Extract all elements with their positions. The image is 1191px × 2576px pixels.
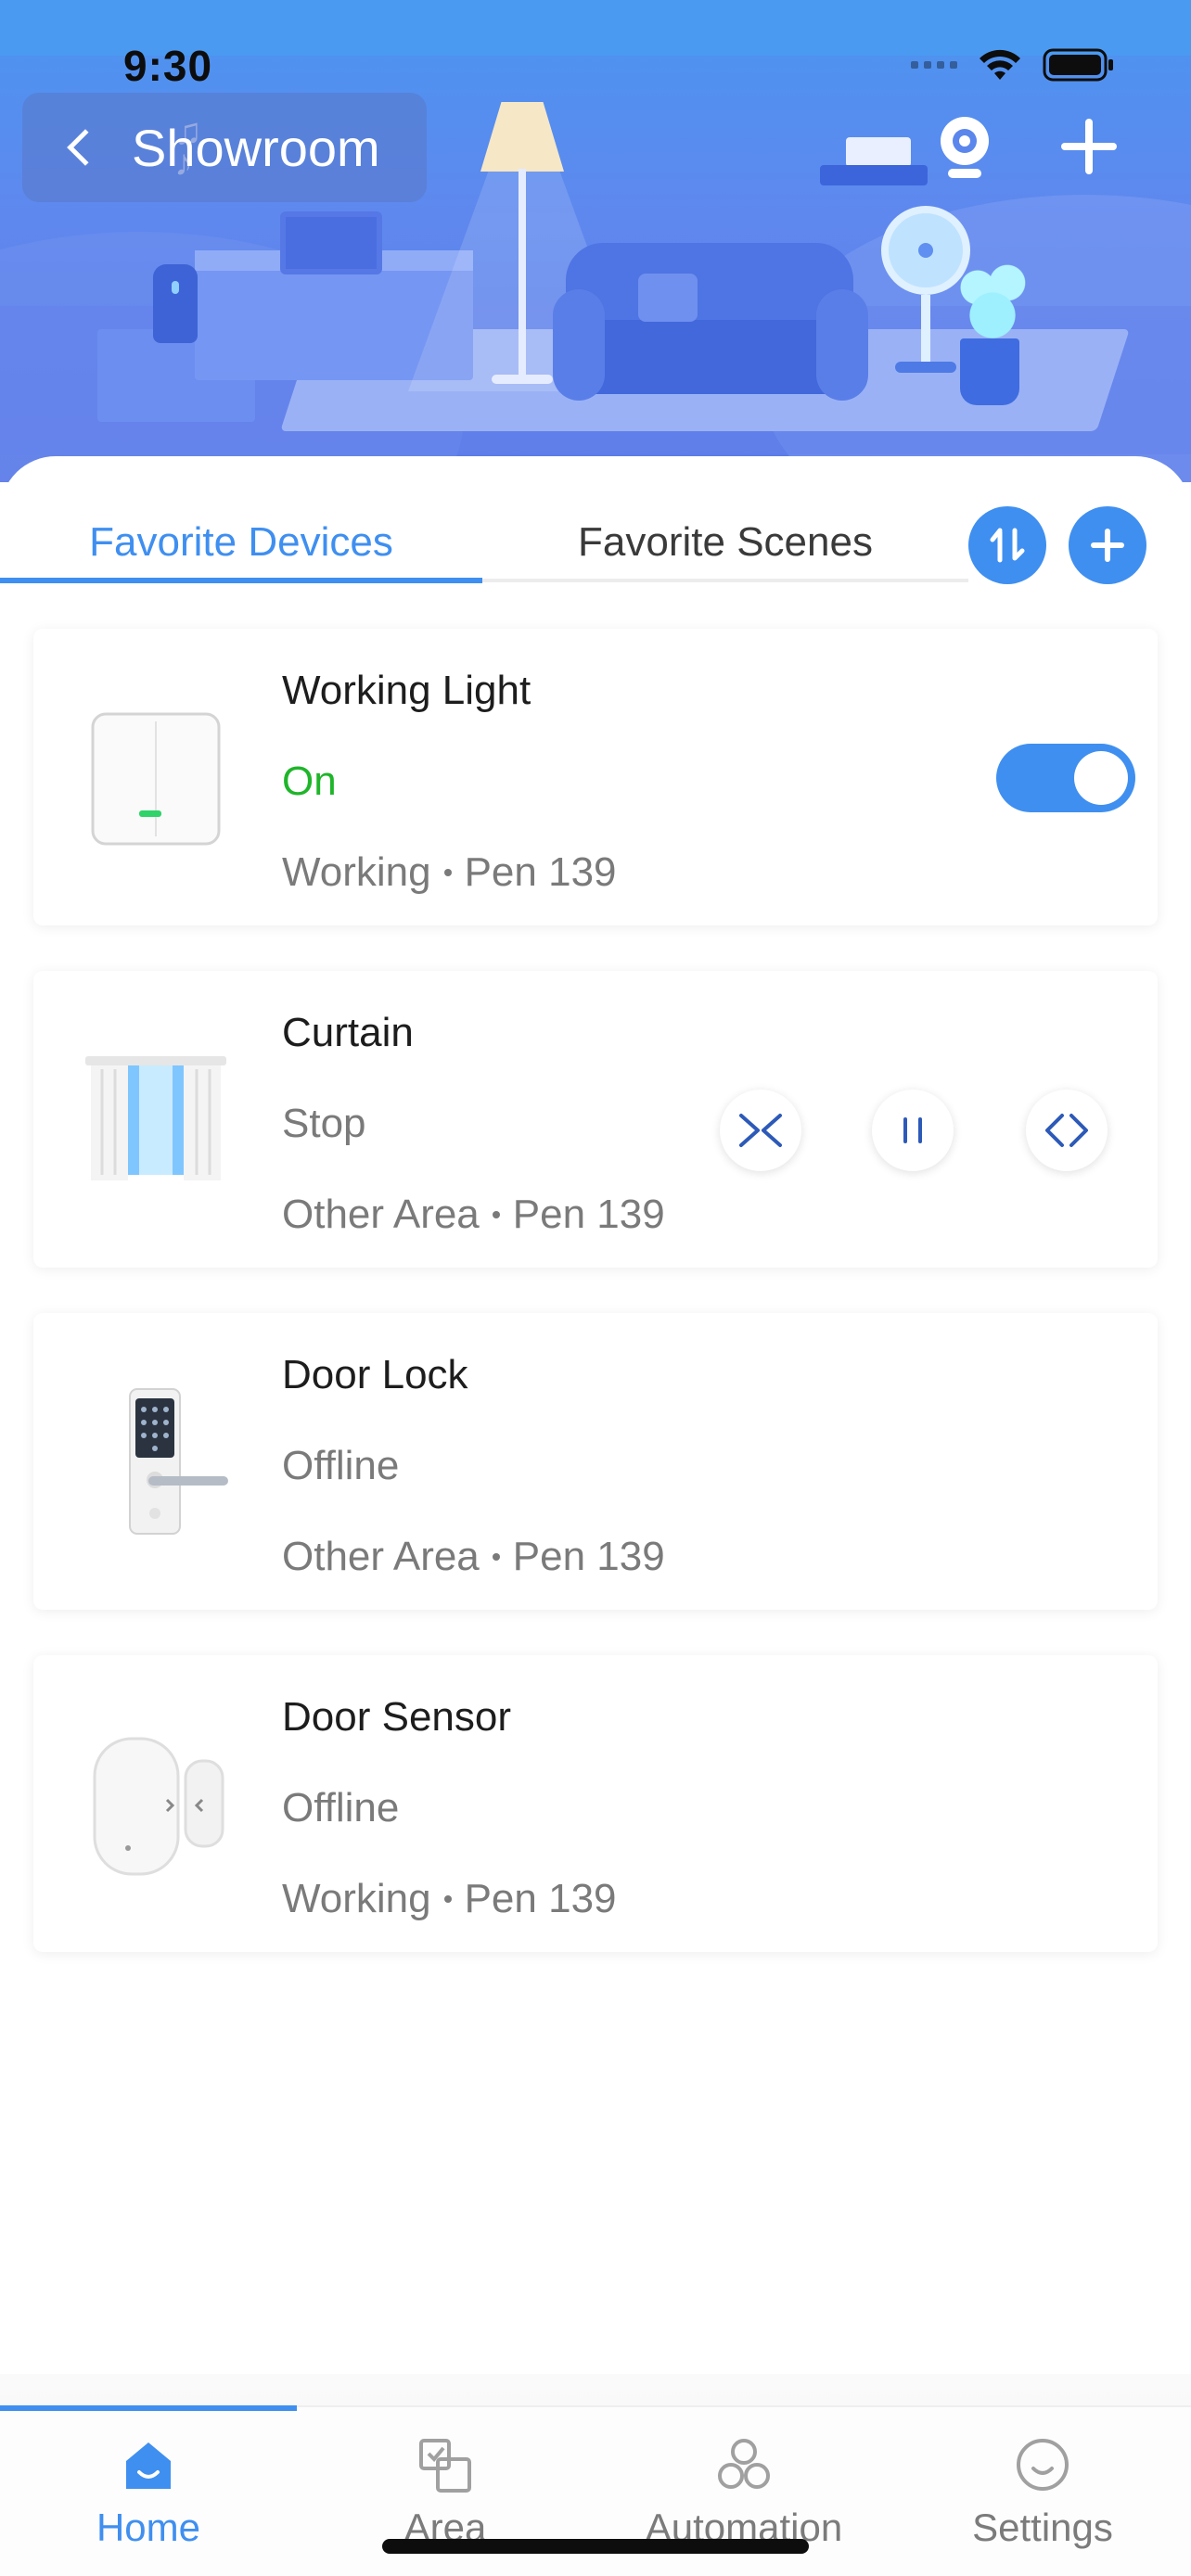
favorites-tabs: Favorite Devices Favorite Scenes (0, 501, 968, 584)
wall-switch-icon (82, 703, 230, 851)
back-chevron-icon (67, 129, 104, 166)
sofa-arm (816, 289, 868, 401)
home-indicator[interactable] (382, 2539, 809, 2554)
device-area: Working (282, 849, 431, 895)
sofa-arm (553, 289, 605, 401)
device-location: Working Pen 139 (282, 849, 617, 896)
separator-dot (443, 869, 452, 876)
device-card-working-light[interactable]: Working Light On Working Pen 139 (33, 629, 1158, 925)
device-card-door-lock[interactable]: Door Lock Offline Other Area Pen 139 (33, 1313, 1158, 1610)
battery-icon (1043, 48, 1115, 82)
plant-pot (960, 338, 1019, 405)
smart-speaker-icon (153, 264, 198, 343)
device-state: Stop (282, 1101, 366, 1146)
device-location: Other Area Pen 139 (282, 1534, 665, 1580)
fan-base (895, 362, 956, 373)
home-icon (126, 2442, 171, 2489)
settings-icon (1017, 2439, 1069, 2491)
router-icon (846, 137, 911, 167)
open-curtain-icon (1045, 1114, 1088, 1147)
device-location-name: Pen 139 (464, 1876, 617, 1921)
device-name: Curtain (282, 1010, 414, 1055)
device-card-curtain[interactable]: Curtain Stop Other Area Pen 139 (33, 971, 1158, 1268)
nav-label: Settings (972, 2506, 1113, 2549)
curtain-icon (82, 1045, 230, 1193)
pillow (638, 274, 698, 322)
fan-pole (921, 295, 930, 364)
status-time: 9:30 (123, 42, 213, 90)
add-favorite-button[interactable] (1069, 506, 1146, 584)
close-curtain-icon (739, 1114, 782, 1147)
device-state: Offline (282, 1785, 400, 1830)
device-area: Other Area (282, 1534, 480, 1579)
nav-label: Home (96, 2506, 201, 2549)
tab-bar-active-indicator (0, 2405, 297, 2411)
device-state: Offline (282, 1443, 400, 1488)
separator-dot (492, 1211, 500, 1218)
plus-icon (1091, 529, 1124, 562)
tab-favorite-devices[interactable]: Favorite Devices (0, 501, 482, 584)
device-name: Door Lock (282, 1352, 468, 1397)
lamp-pole (519, 169, 526, 382)
device-location-name: Pen 139 (512, 1534, 665, 1579)
close-curtain-button[interactable] (720, 1090, 801, 1171)
lamp-base (492, 375, 553, 384)
separator-dot (443, 1895, 452, 1903)
device-area: Working (282, 1876, 431, 1921)
power-toggle[interactable] (996, 744, 1135, 812)
device-name: Working Light (282, 668, 531, 713)
sort-icon (990, 528, 1025, 563)
door-lock-icon (82, 1387, 230, 1536)
area-icon (419, 2439, 471, 2493)
sort-button[interactable] (968, 506, 1046, 584)
tab-favorite-scenes[interactable]: Favorite Scenes (482, 501, 968, 584)
add-device-icon[interactable] (1057, 115, 1121, 178)
plant-icon (955, 250, 1030, 343)
room-name: Showroom (132, 118, 380, 177)
nav-home[interactable]: Home (0, 2424, 297, 2554)
pause-icon (903, 1117, 922, 1143)
signal-icon (911, 61, 957, 69)
nav-settings[interactable]: Settings (894, 2424, 1191, 2554)
device-location-name: Pen 139 (512, 1192, 665, 1237)
lamp-icon (480, 102, 564, 172)
tab-active-indicator (0, 578, 482, 583)
device-location-name: Pen 139 (464, 849, 617, 895)
automation-icon (718, 2439, 770, 2489)
nav-automation[interactable]: Automation (596, 2424, 892, 2554)
monitor-icon (280, 211, 382, 274)
nav-area[interactable]: Area (297, 2424, 594, 2554)
device-name: Door Sensor (282, 1694, 512, 1740)
status-icons (911, 48, 1115, 82)
device-location: Working Pen 139 (282, 1876, 617, 1922)
device-state: On (282, 759, 337, 804)
open-curtain-button[interactable] (1026, 1090, 1108, 1171)
device-area: Other Area (282, 1192, 480, 1237)
separator-dot (492, 1553, 500, 1561)
wall-shelf (820, 165, 928, 185)
door-sensor-icon (82, 1729, 230, 1878)
toggle-knob (1074, 751, 1128, 805)
device-card-door-sensor[interactable]: Door Sensor Offline Working Pen 139 (33, 1655, 1158, 1952)
wifi-icon (978, 48, 1022, 82)
camera-icon[interactable] (935, 115, 994, 180)
room-selector-button[interactable]: Showroom (22, 93, 427, 202)
device-location: Other Area Pen 139 (282, 1192, 665, 1238)
pause-curtain-button[interactable] (872, 1090, 954, 1171)
